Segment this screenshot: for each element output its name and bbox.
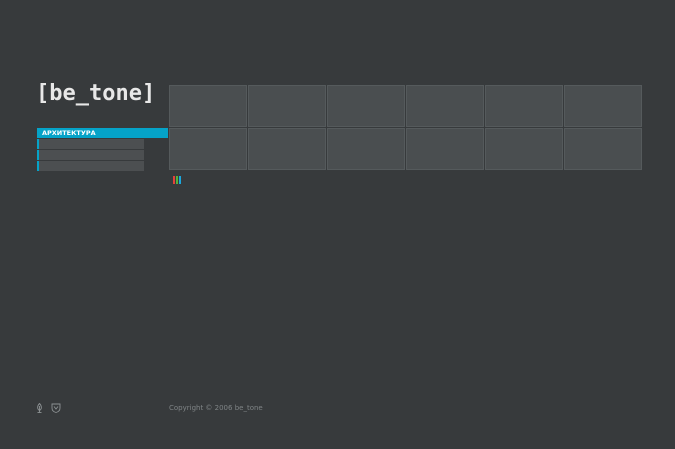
- main-menu: АРХИТЕКТУРА: [37, 128, 168, 172]
- gallery-tile[interactable]: [564, 128, 642, 170]
- color-bar-green: [176, 176, 178, 184]
- copyright-text: Copyright © 2006 be_tone: [169, 404, 263, 412]
- footer-icons: [36, 403, 61, 413]
- gallery-tile[interactable]: [406, 85, 484, 127]
- gallery-tile[interactable]: [248, 85, 326, 127]
- site-logo[interactable]: [be_tone]: [36, 82, 155, 106]
- leaf-icon[interactable]: [36, 403, 43, 413]
- gallery-tile[interactable]: [327, 128, 405, 170]
- gallery-tile[interactable]: [485, 85, 563, 127]
- gallery-tile[interactable]: [327, 85, 405, 127]
- menu-item-2[interactable]: [37, 139, 144, 149]
- color-bar-blue: [179, 176, 181, 184]
- gallery-grid: [169, 85, 642, 170]
- color-bars: [173, 176, 181, 184]
- menu-item-architecture[interactable]: АРХИТЕКТУРА: [37, 128, 168, 138]
- menu-item-4[interactable]: [37, 161, 144, 171]
- gallery-tile[interactable]: [169, 85, 247, 127]
- gallery-tile[interactable]: [248, 128, 326, 170]
- shield-icon[interactable]: [51, 403, 61, 413]
- gallery-tile[interactable]: [485, 128, 563, 170]
- menu-item-3[interactable]: [37, 150, 144, 160]
- gallery-tile[interactable]: [406, 128, 484, 170]
- gallery-tile[interactable]: [169, 128, 247, 170]
- color-bar-red: [173, 176, 175, 184]
- gallery-tile[interactable]: [564, 85, 642, 127]
